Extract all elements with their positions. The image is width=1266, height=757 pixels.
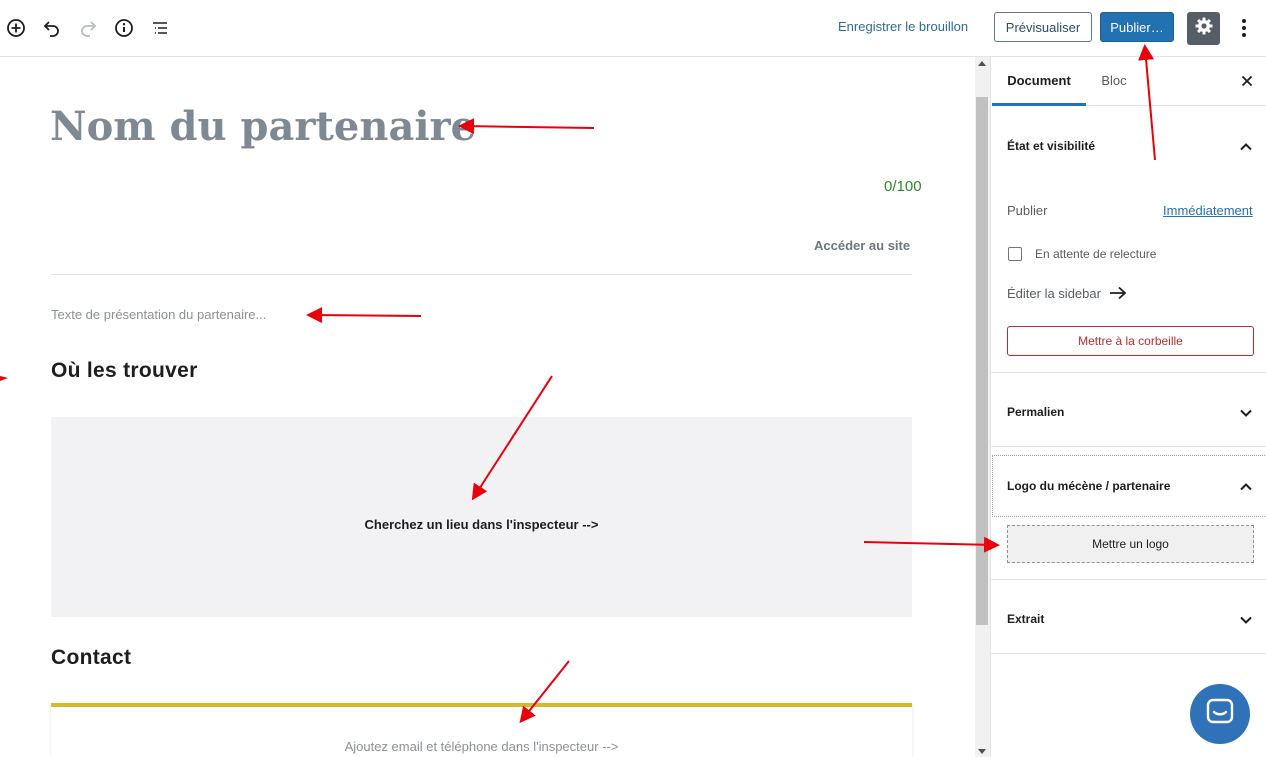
scroll-up-arrow[interactable] (978, 61, 986, 66)
redo-icon[interactable] (76, 16, 100, 40)
panel-divider (991, 372, 1266, 373)
preview-button[interactable]: Prévisualiser (994, 12, 1092, 42)
publish-date-link[interactable]: Immédiatement (1163, 203, 1253, 218)
chevron-down-icon[interactable] (1239, 406, 1253, 420)
panel-divider (991, 446, 1266, 447)
panel-divider (991, 579, 1266, 580)
gear-icon (1194, 16, 1214, 41)
chevron-down-icon[interactable] (1239, 613, 1253, 627)
panel-divider (991, 653, 1266, 654)
publish-label: Publier (1007, 203, 1048, 218)
title-char-counter: 0/100 (884, 178, 922, 195)
status-panel-title[interactable]: État et visibilité (1007, 139, 1095, 153)
chat-launcher[interactable] (1190, 684, 1250, 744)
chevron-up-icon[interactable] (1239, 480, 1253, 494)
map-hint: Cherchez un lieu dans l'inspecteur --> (364, 517, 599, 532)
set-logo-button[interactable]: Mettre un logo (1007, 525, 1254, 563)
presentation-text-input[interactable]: Texte de présentation du partenaire... (51, 307, 266, 322)
permalink-panel-title[interactable]: Permalien (1007, 405, 1064, 419)
trash-button[interactable]: Mettre à la corbeille (1007, 326, 1254, 356)
chevron-up-icon[interactable] (1239, 140, 1253, 154)
contact-hint: Ajoutez email et téléphone dans l'inspec… (344, 739, 619, 754)
site-link[interactable]: Accéder au site (814, 238, 910, 253)
arrow-right-icon (1109, 286, 1127, 303)
scroll-thumb[interactable] (976, 97, 988, 625)
pending-review-label[interactable]: En attente de relecture (1035, 247, 1156, 261)
list-view-icon[interactable] (148, 16, 172, 40)
edit-sidebar-label: Éditer la sidebar (1007, 286, 1101, 301)
settings-button[interactable] (1187, 12, 1220, 45)
add-block-icon[interactable] (4, 16, 28, 40)
pending-review-checkbox[interactable] (1008, 247, 1022, 261)
close-icon[interactable] (1239, 73, 1255, 89)
heading-where: Où les trouver (51, 359, 198, 382)
excerpt-panel-title[interactable]: Extrait (1007, 612, 1044, 626)
settings-sidebar: Document Bloc État et visibilité Publier… (990, 57, 1266, 757)
tab-document[interactable]: Document (992, 57, 1086, 106)
edit-sidebar-link[interactable]: Éditer la sidebar (1007, 286, 1127, 303)
post-title-input[interactable]: Nom du partenaire (50, 103, 476, 150)
editor-canvas: Nom du partenaire 0/100 Accéder au site … (0, 57, 974, 757)
more-vertical-icon[interactable] (1232, 16, 1256, 40)
save-draft-link[interactable]: Enregistrer le brouillon (838, 19, 968, 34)
undo-icon[interactable] (40, 16, 64, 40)
top-toolbar: Enregistrer le brouillon Prévisualiser P… (0, 0, 1266, 57)
divider (51, 274, 912, 275)
publish-button[interactable]: Publier… (1100, 12, 1174, 42)
editor-scrollbar[interactable] (975, 57, 990, 757)
chat-icon (1205, 697, 1235, 732)
heading-contact: Contact (51, 646, 132, 669)
info-icon[interactable] (112, 16, 136, 40)
contact-block[interactable]: Ajoutez email et téléphone dans l'inspec… (51, 703, 912, 757)
scroll-down-arrow[interactable] (978, 749, 986, 754)
map-block[interactable]: Cherchez un lieu dans l'inspecteur --> (51, 417, 912, 617)
logo-panel-title[interactable]: Logo du mécène / partenaire (1007, 479, 1170, 493)
tab-block[interactable]: Bloc (1089, 57, 1139, 103)
sidebar-tabs: Document Bloc (991, 57, 1266, 106)
